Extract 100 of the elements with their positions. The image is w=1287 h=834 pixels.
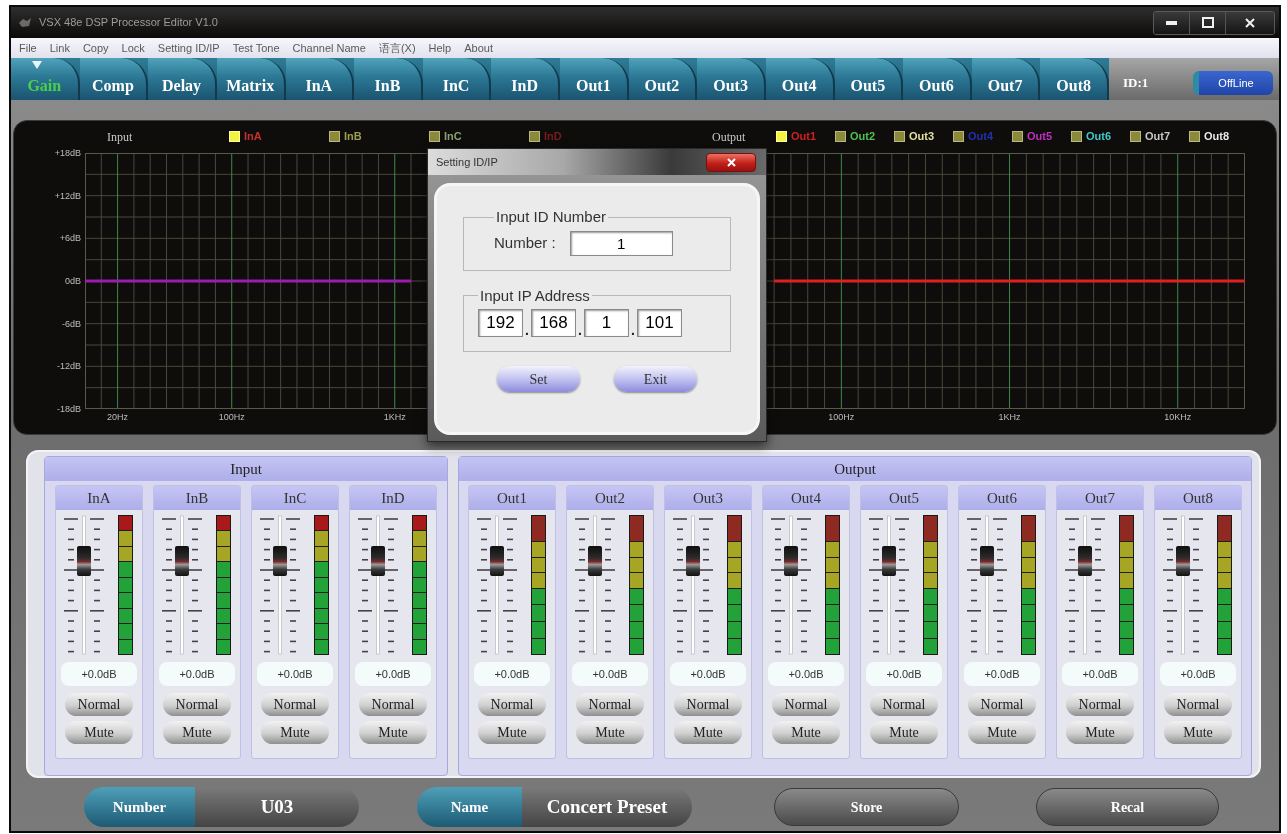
mode-button[interactable]: Normal bbox=[1066, 693, 1134, 716]
menu-item[interactable]: Copy bbox=[82, 39, 109, 57]
menu-item[interactable]: Link bbox=[49, 39, 70, 57]
menu-item[interactable]: File bbox=[19, 39, 37, 57]
mute-button[interactable]: Mute bbox=[163, 721, 231, 744]
ip-octet-input[interactable]: 168 bbox=[531, 309, 576, 337]
menu-item[interactable]: Help bbox=[428, 39, 452, 57]
mode-button[interactable]: Normal bbox=[968, 693, 1036, 716]
tab[interactable]: Out8 bbox=[1040, 58, 1109, 100]
tab[interactable]: Out3 bbox=[697, 58, 766, 100]
mode-button[interactable]: Normal bbox=[870, 693, 938, 716]
fader-knob[interactable] bbox=[77, 546, 91, 577]
mute-button[interactable]: Mute bbox=[772, 721, 840, 744]
mute-button[interactable]: Mute bbox=[65, 721, 133, 744]
fader-track[interactable] bbox=[867, 515, 911, 655]
tab[interactable]: InC bbox=[422, 58, 492, 100]
mute-button[interactable]: Mute bbox=[576, 721, 644, 744]
tab[interactable]: InD bbox=[491, 58, 560, 100]
legend-checkbox[interactable] bbox=[429, 130, 440, 142]
mode-button[interactable]: Normal bbox=[163, 693, 231, 716]
fader-knob[interactable] bbox=[784, 546, 798, 577]
fader-track[interactable] bbox=[356, 515, 400, 655]
fader-track[interactable] bbox=[475, 515, 519, 655]
mute-button[interactable]: Mute bbox=[1066, 721, 1134, 744]
tab[interactable]: Delay bbox=[148, 58, 217, 100]
mute-button[interactable]: Mute bbox=[968, 721, 1036, 744]
menu-item[interactable]: About bbox=[464, 39, 493, 57]
tab[interactable]: Out7 bbox=[971, 58, 1041, 100]
fader-track[interactable] bbox=[160, 515, 204, 655]
fader-knob[interactable] bbox=[980, 546, 994, 577]
fader-knob[interactable] bbox=[1176, 546, 1190, 577]
mode-button[interactable]: Normal bbox=[261, 693, 329, 716]
tab[interactable]: InA bbox=[285, 58, 355, 100]
close-button[interactable] bbox=[1226, 11, 1274, 34]
menu-item[interactable]: Lock bbox=[121, 39, 145, 57]
legend-checkbox[interactable] bbox=[329, 130, 340, 142]
mute-button[interactable]: Mute bbox=[674, 721, 742, 744]
minimize-button[interactable] bbox=[1154, 11, 1190, 34]
menu-item[interactable]: Setting ID/IP bbox=[157, 39, 220, 57]
fader-track[interactable] bbox=[62, 515, 106, 655]
ip-octet-input[interactable]: 1 bbox=[584, 309, 629, 337]
connection-status-button[interactable]: OffLine bbox=[1193, 71, 1273, 95]
mode-button[interactable]: Normal bbox=[576, 693, 644, 716]
menu-item[interactable]: 语言(X) bbox=[378, 39, 416, 57]
mute-button[interactable]: Mute bbox=[261, 721, 329, 744]
menu-item[interactable]: Channel Name bbox=[292, 39, 366, 57]
fader-knob[interactable] bbox=[175, 546, 189, 577]
legend-checkbox[interactable] bbox=[953, 130, 964, 142]
fader-knob[interactable] bbox=[490, 546, 504, 577]
tab[interactable]: Comp bbox=[79, 58, 149, 100]
fader-track[interactable] bbox=[671, 515, 715, 655]
close-button[interactable] bbox=[706, 152, 756, 172]
x-axis-label: 1KHz bbox=[997, 411, 1022, 423]
tab[interactable]: Out6 bbox=[903, 58, 972, 100]
mode-button[interactable]: Normal bbox=[772, 693, 840, 716]
fader-knob[interactable] bbox=[588, 546, 602, 577]
mode-button[interactable]: Normal bbox=[674, 693, 742, 716]
legend-checkbox[interactable] bbox=[1012, 130, 1023, 142]
ip-octet-input[interactable]: 101 bbox=[637, 309, 682, 337]
dialog-button[interactable]: Set bbox=[497, 366, 580, 392]
fader-track[interactable] bbox=[1063, 515, 1107, 655]
fader-track[interactable] bbox=[769, 515, 813, 655]
fader-knob[interactable] bbox=[686, 546, 700, 577]
number-input[interactable]: 1 bbox=[569, 230, 673, 256]
fader-knob[interactable] bbox=[1078, 546, 1092, 577]
mode-button[interactable]: Normal bbox=[65, 693, 133, 716]
tab[interactable]: Out1 bbox=[560, 58, 629, 100]
legend-checkbox[interactable] bbox=[835, 130, 846, 142]
store-button[interactable]: Store bbox=[774, 788, 959, 826]
tab[interactable]: InB bbox=[354, 58, 423, 100]
recall-button[interactable]: Recal bbox=[1036, 788, 1219, 826]
tab[interactable]: Out2 bbox=[628, 58, 698, 100]
tab[interactable]: Out5 bbox=[834, 58, 904, 100]
fader-knob[interactable] bbox=[371, 546, 385, 577]
maximize-button[interactable] bbox=[1190, 11, 1226, 34]
channel-name: InA bbox=[56, 486, 142, 510]
legend-checkbox[interactable] bbox=[1189, 130, 1200, 142]
fader-track[interactable] bbox=[1161, 515, 1205, 655]
mode-button[interactable]: Normal bbox=[1164, 693, 1232, 716]
legend-checkbox[interactable] bbox=[1071, 130, 1082, 142]
mute-button[interactable]: Mute bbox=[1164, 721, 1232, 744]
fader-knob[interactable] bbox=[882, 546, 896, 577]
dialog-button[interactable]: Exit bbox=[614, 366, 697, 392]
legend-checkbox[interactable] bbox=[529, 130, 540, 142]
ip-octet-input[interactable]: 192 bbox=[478, 309, 523, 337]
legend-label: Out8 bbox=[1204, 130, 1230, 142]
mute-button[interactable]: Mute bbox=[870, 721, 938, 744]
fader-knob[interactable] bbox=[273, 546, 287, 577]
mute-button[interactable]: Mute bbox=[359, 721, 427, 744]
fader-track[interactable] bbox=[965, 515, 1009, 655]
tab[interactable]: Matrix bbox=[216, 58, 286, 100]
mode-button[interactable]: Normal bbox=[478, 693, 546, 716]
fader-track[interactable] bbox=[258, 515, 302, 655]
mute-button[interactable]: Mute bbox=[478, 721, 546, 744]
menu-item[interactable]: Test Tone bbox=[232, 39, 280, 57]
tab[interactable]: Out4 bbox=[765, 58, 835, 100]
mode-button[interactable]: Normal bbox=[359, 693, 427, 716]
legend-checkbox[interactable] bbox=[894, 130, 905, 142]
fader-track[interactable] bbox=[573, 515, 617, 655]
legend-checkbox[interactable] bbox=[1130, 130, 1141, 142]
